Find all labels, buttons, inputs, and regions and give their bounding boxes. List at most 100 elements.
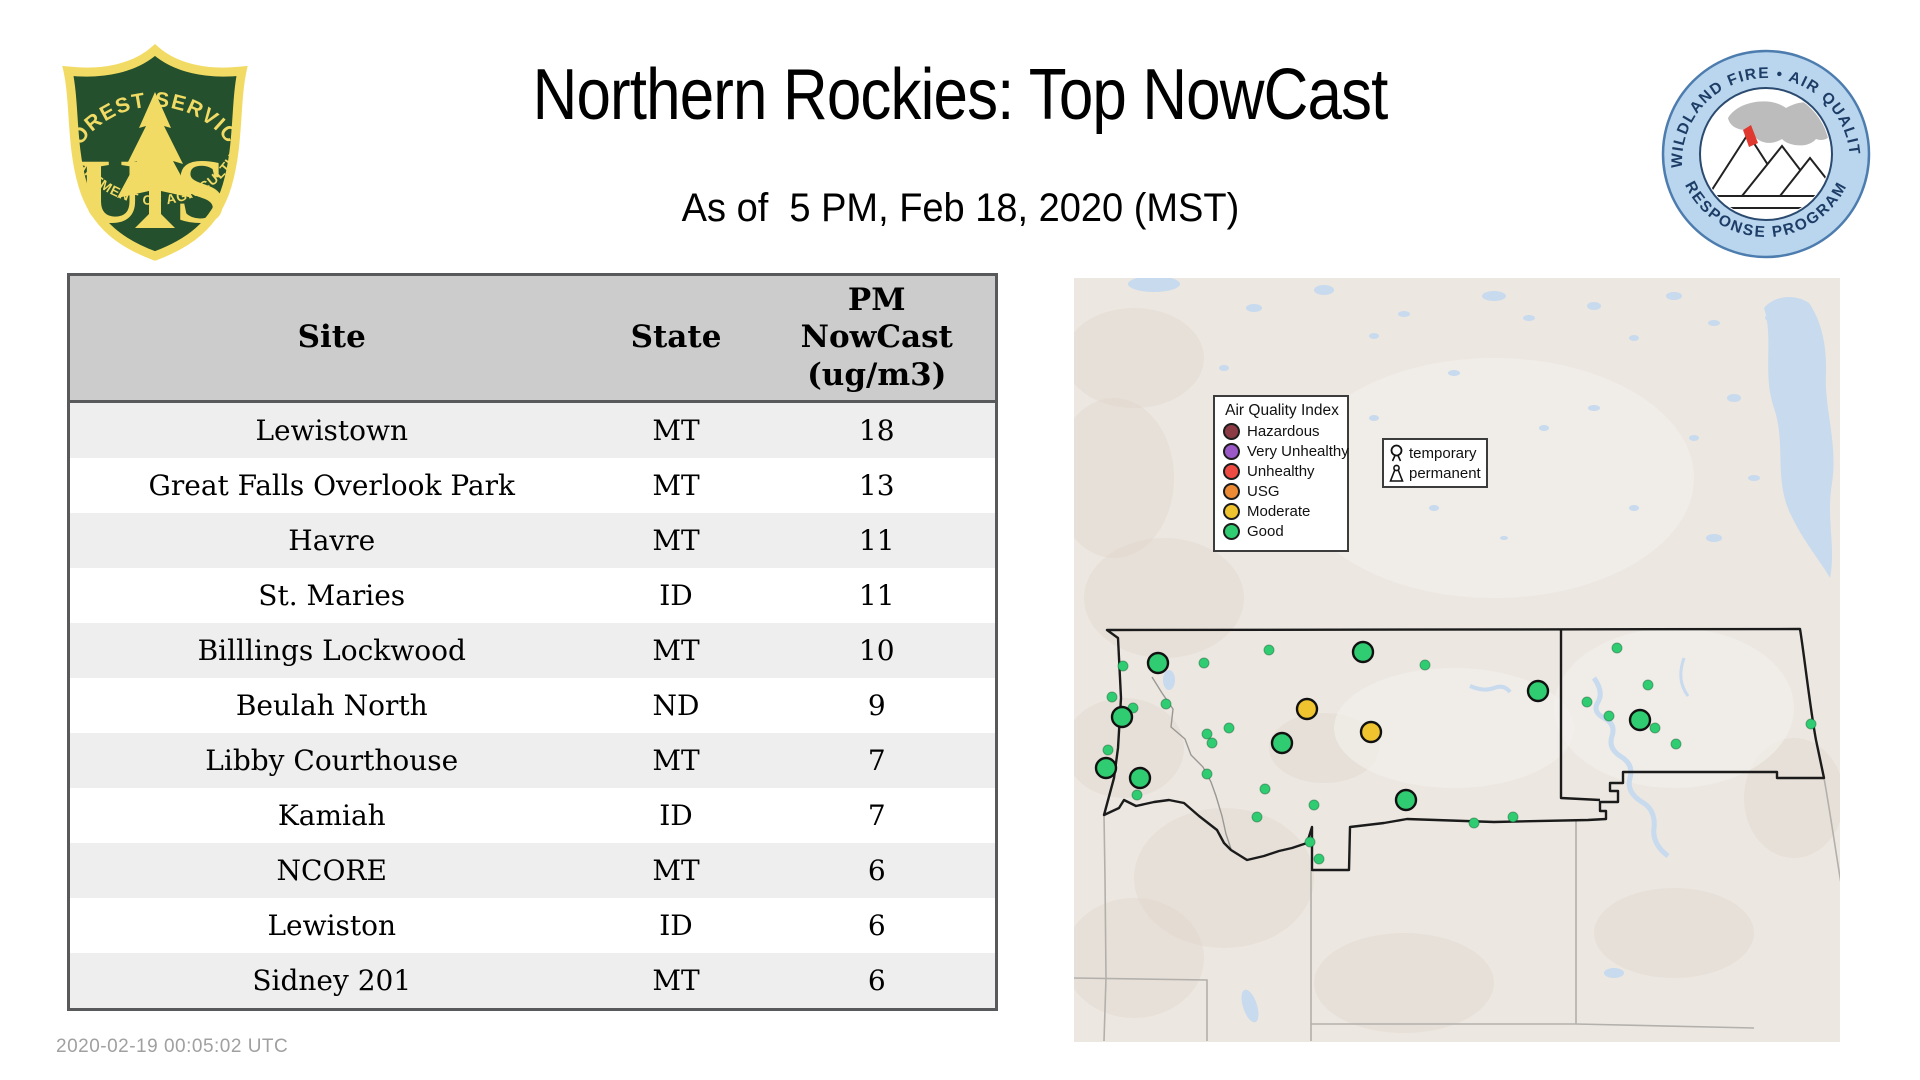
- aqi-label: Good: [1247, 523, 1284, 540]
- aqi-label: Very Unhealthy: [1247, 443, 1349, 460]
- temporary-monitor-marker: [1313, 853, 1325, 865]
- table-row: Libby Courthouse MT 7: [68, 733, 997, 788]
- temporary-monitor-marker: [1102, 744, 1114, 756]
- state-cell: MT: [593, 953, 759, 1010]
- column-header-state: State: [593, 274, 759, 403]
- temporary-monitor-marker: [1106, 691, 1118, 703]
- table-row: Great Falls Overlook Park MT 13: [69, 458, 997, 513]
- temporary-monitor-marker: [1581, 696, 1593, 708]
- value-cell: 6: [867, 909, 886, 942]
- temporary-monitor-marker: [1117, 660, 1129, 672]
- table-row: Havre MT 11: [68, 513, 997, 568]
- temporary-monitor-marker: [1201, 728, 1213, 740]
- temporary-marker-icon: [1390, 444, 1403, 461]
- aqi-label: Unhealthy: [1247, 463, 1315, 480]
- value-cell: 6: [758, 843, 997, 898]
- aqi-label: Moderate: [1247, 503, 1311, 520]
- aqi-swatch: [1223, 463, 1240, 480]
- column-header-pm-nowcast: PM NowCast (ug/m3): [758, 274, 997, 403]
- report-slide: FOREST SERVICE U S DEPARTMENT OF AGRICUL…: [0, 0, 1920, 1080]
- value-cell: 7: [867, 799, 886, 832]
- page-title-text: Northern Rockies: Top NowCast: [532, 55, 1389, 135]
- permanent-monitor-marker: [1146, 651, 1170, 675]
- permanent-label: permanent: [1409, 464, 1481, 482]
- temporary-monitor-marker: [1611, 642, 1623, 654]
- temporary-legend-row: temporary: [1389, 443, 1481, 463]
- permanent-monitor-marker: [1110, 705, 1134, 729]
- permanent-legend-row: permanent: [1389, 463, 1481, 483]
- site-cell: Billlings Lockwood: [68, 623, 594, 678]
- temporary-monitor-marker: [1670, 738, 1682, 750]
- temporary-monitor-marker: [1223, 722, 1235, 734]
- site-cell: Great Falls Overlook Park: [148, 469, 515, 502]
- temporary-monitor-marker: [1468, 817, 1480, 829]
- state-cell: ID: [659, 799, 693, 832]
- temporary-monitor-marker: [1131, 789, 1143, 801]
- aqi-legend-item: Good: [1223, 523, 1341, 540]
- temporary-monitor-marker: [1263, 644, 1275, 656]
- basemap: [1074, 278, 1840, 1042]
- temporary-monitor-marker: [1507, 811, 1519, 823]
- permanent-monitor-marker: [1295, 697, 1319, 721]
- table-row: Lewistown MT 18: [68, 401, 997, 458]
- value-cell: 11: [758, 513, 997, 568]
- site-cell: St. Maries: [258, 579, 406, 612]
- state-cell: ND: [652, 689, 700, 722]
- state-cell: MT: [593, 513, 759, 568]
- temporary-monitor-marker: [1201, 768, 1213, 780]
- page-title: Northern Rockies: Top NowCast: [0, 54, 1920, 136]
- table-row: St. Maries ID 11: [69, 568, 997, 623]
- aqi-legend-item: USG: [1223, 483, 1341, 500]
- marker-type-legend: temporary permanent: [1382, 438, 1488, 488]
- aqi-legend-items: Hazardous Very Unhealthy Unhealthy USG Moder…: [1223, 423, 1349, 540]
- aqi-swatch: [1223, 503, 1240, 520]
- site-cell: Sidney 201: [68, 953, 594, 1010]
- site-cell: NCORE: [68, 843, 594, 898]
- aqi-legend: Air Quality Index Hazardous Very Unhealth…: [1213, 395, 1349, 552]
- temporary-monitor-marker: [1198, 657, 1210, 669]
- temporary-monitor-marker: [1642, 679, 1654, 691]
- temporary-monitor-marker: [1304, 836, 1316, 848]
- permanent-monitor-marker: [1270, 731, 1294, 755]
- aqi-swatch: [1223, 483, 1240, 500]
- table-row: Billlings Lockwood MT 10: [68, 623, 997, 678]
- value-cell: 6: [758, 953, 997, 1010]
- table-row: Sidney 201 MT 6: [68, 953, 997, 1010]
- table-row: Kamiah ID 7: [69, 788, 997, 843]
- generation-timestamp: 2020-02-19 00:05:02 UTC: [56, 1036, 289, 1057]
- temporary-label: temporary: [1409, 444, 1477, 462]
- state-cell: ID: [659, 579, 693, 612]
- value-cell: 9: [867, 689, 886, 722]
- table-row: Lewiston ID 6: [69, 898, 997, 953]
- site-cell: Lewiston: [267, 909, 397, 942]
- aqi-legend-item: Moderate: [1223, 503, 1341, 520]
- state-cell: MT: [593, 623, 759, 678]
- permanent-monitor-marker: [1359, 720, 1383, 744]
- aqi-map: Air Quality Index Hazardous Very Unhealth…: [1074, 278, 1840, 1042]
- temporary-monitor-marker: [1805, 718, 1817, 730]
- table-header: Site State PM NowCast (ug/m3): [68, 274, 997, 403]
- state-cell: MT: [593, 401, 759, 458]
- value-cell: 7: [758, 733, 997, 788]
- permanent-monitor-marker: [1394, 788, 1418, 812]
- state-cell: MT: [593, 733, 759, 788]
- aqi-swatch: [1223, 523, 1240, 540]
- column-header-site: Site: [68, 274, 594, 403]
- aqi-legend-item: Unhealthy: [1223, 463, 1341, 480]
- state-cell: ID: [659, 909, 693, 942]
- table-body: Lewistown MT 18 Great Falls Overlook Park MT…: [68, 401, 997, 1010]
- site-cell: Beulah North: [235, 689, 428, 722]
- table-row: Beulah North ND 9: [69, 678, 997, 733]
- temporary-monitor-marker: [1419, 659, 1431, 671]
- site-cell: Lewistown: [68, 401, 594, 458]
- temporary-monitor-marker: [1649, 722, 1661, 734]
- temporary-monitor-marker: [1160, 698, 1172, 710]
- page-subtitle-text: As of 5 PM, Feb 18, 2020 (MST): [681, 186, 1239, 230]
- temporary-monitor-marker: [1308, 799, 1320, 811]
- permanent-monitor-marker: [1351, 640, 1375, 664]
- value-cell: 10: [758, 623, 997, 678]
- aqi-legend-item: Very Unhealthy: [1223, 443, 1349, 460]
- temporary-monitor-marker: [1251, 811, 1263, 823]
- temporary-monitor-marker: [1603, 710, 1615, 722]
- temporary-monitor-marker: [1206, 737, 1218, 749]
